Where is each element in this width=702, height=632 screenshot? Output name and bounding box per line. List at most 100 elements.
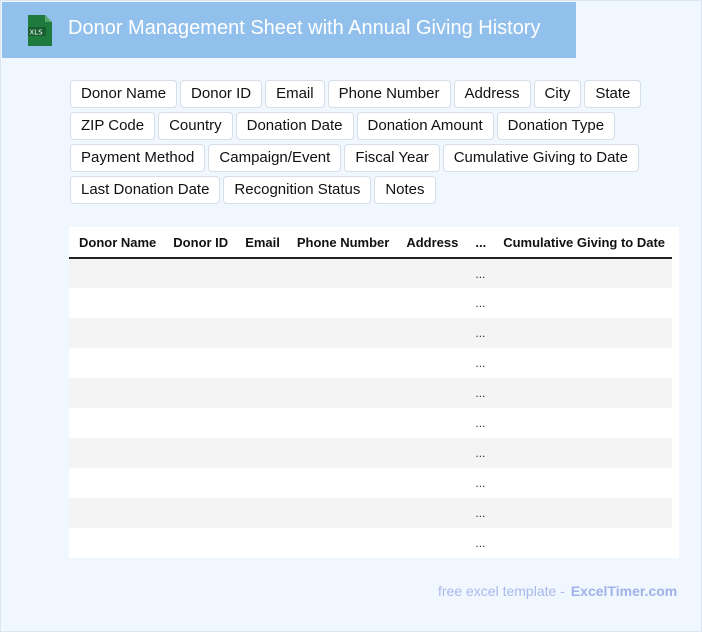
table-row: ... — [69, 468, 672, 498]
field-tag[interactable]: Notes — [374, 176, 436, 204]
field-tag[interactable]: Donor ID — [180, 80, 263, 108]
column-header: Donor Name — [69, 227, 164, 259]
table-cell — [286, 318, 397, 348]
table-cell — [235, 348, 287, 378]
table-cell — [493, 348, 672, 378]
field-tag[interactable]: Country — [158, 112, 233, 140]
table-row: ... — [69, 438, 673, 468]
table-cell: ... — [465, 318, 494, 348]
table-cell: ... — [475, 296, 486, 310]
table-cell — [396, 468, 465, 498]
table-cell — [287, 408, 396, 438]
table-cell — [69, 408, 163, 438]
data-table: Donor Name Donor ID Email Phone Number Addre… — [69, 227, 679, 558]
table-cell — [235, 258, 287, 288]
field-tag[interactable]: Phone Number — [327, 80, 451, 108]
table-cell — [493, 468, 672, 498]
header-bar: XLS Donor Management Sheet with Annual G… — [2, 2, 576, 58]
column-header: Email — [235, 227, 287, 259]
table-cell — [69, 258, 164, 288]
table-cell — [287, 288, 396, 318]
field-tag[interactable]: Campaign/Event — [208, 144, 342, 172]
table-row: ... — [69, 258, 673, 288]
table-cell: ... — [475, 416, 486, 430]
table-cell — [287, 468, 396, 498]
table-cell — [493, 288, 672, 318]
table-cell — [493, 258, 673, 288]
table-row: ... — [69, 348, 672, 378]
table-cell — [163, 438, 236, 468]
table-cell — [69, 378, 164, 408]
table-cell — [163, 348, 235, 378]
table-cell — [287, 528, 396, 558]
table-row: ... — [69, 378, 673, 408]
table-cell — [69, 498, 164, 528]
field-tag[interactable]: Recognition Status — [223, 176, 372, 204]
table-cell — [235, 498, 287, 528]
table-cell — [163, 498, 236, 528]
table-cell: ... — [475, 536, 486, 550]
table-cell — [493, 498, 673, 528]
table-cell: ... — [465, 498, 494, 528]
field-tag[interactable]: Donation Type — [496, 112, 616, 140]
field-tag[interactable]: Email — [265, 80, 325, 108]
table-cell — [235, 408, 287, 438]
column-header: ... — [465, 227, 494, 259]
table-cell — [235, 528, 287, 558]
table-cell — [163, 318, 236, 348]
table-cell: ... — [465, 378, 494, 408]
table-cell — [69, 348, 163, 378]
footer: free excel template - ExcelTimer.com — [438, 583, 677, 599]
table-cell — [163, 408, 235, 438]
table-cell — [69, 318, 164, 348]
table-cell — [235, 438, 287, 468]
table-cell — [287, 348, 396, 378]
table-cell — [396, 408, 465, 438]
table-cell — [235, 378, 287, 408]
table-cell — [69, 528, 163, 558]
table-cell — [396, 498, 466, 528]
field-tag[interactable]: Payment Method — [70, 144, 206, 172]
svg-text:XLS: XLS — [29, 29, 43, 37]
table-cell — [396, 438, 466, 468]
table-cell — [493, 528, 672, 558]
table-cell: ... — [475, 476, 486, 490]
table-cell — [163, 528, 235, 558]
table-cell — [69, 438, 164, 468]
table-cell — [286, 378, 397, 408]
table-cell — [235, 468, 287, 498]
field-tag[interactable]: Donation Date — [235, 112, 354, 140]
table-cell — [493, 408, 672, 438]
field-tag[interactable]: Address — [453, 80, 531, 108]
xls-file-icon: XLS — [28, 15, 52, 46]
table-cell — [396, 288, 465, 318]
table-cell — [493, 438, 673, 468]
column-header: Cumulative Giving to Date — [493, 227, 673, 259]
table-cell — [396, 348, 465, 378]
table-cell — [163, 288, 235, 318]
page-title: Donor Management Sheet with Annual Givin… — [68, 17, 541, 39]
table-row: ... — [69, 318, 673, 348]
footer-text: free excel template - — [438, 583, 565, 599]
table-cell — [286, 438, 397, 468]
field-tag[interactable]: Fiscal Year — [344, 144, 440, 172]
field-tag-list: Donor Name Donor ID Email Phone Number Addre… — [70, 80, 650, 204]
table-cell — [163, 378, 236, 408]
field-tag[interactable]: Donor Name — [70, 80, 178, 108]
column-header: Phone Number — [286, 227, 397, 259]
table-cell — [493, 318, 673, 348]
table-cell — [286, 258, 397, 288]
table-row: ... — [69, 408, 672, 438]
field-tag[interactable]: Donation Amount — [356, 112, 494, 140]
table-cell — [163, 468, 235, 498]
table-cell — [69, 288, 163, 318]
column-header: Donor ID — [163, 227, 236, 259]
field-tag[interactable]: Last Donation Date — [70, 176, 221, 204]
field-tag[interactable]: ZIP Code — [70, 112, 156, 140]
footer-brand-link[interactable]: ExcelTimer.com — [571, 583, 677, 599]
column-header: Address — [396, 227, 466, 259]
field-tag[interactable]: Cumulative Giving to Date — [442, 144, 639, 172]
table-cell — [235, 288, 287, 318]
field-tag[interactable]: City — [533, 80, 582, 108]
field-tag[interactable]: State — [584, 80, 642, 108]
